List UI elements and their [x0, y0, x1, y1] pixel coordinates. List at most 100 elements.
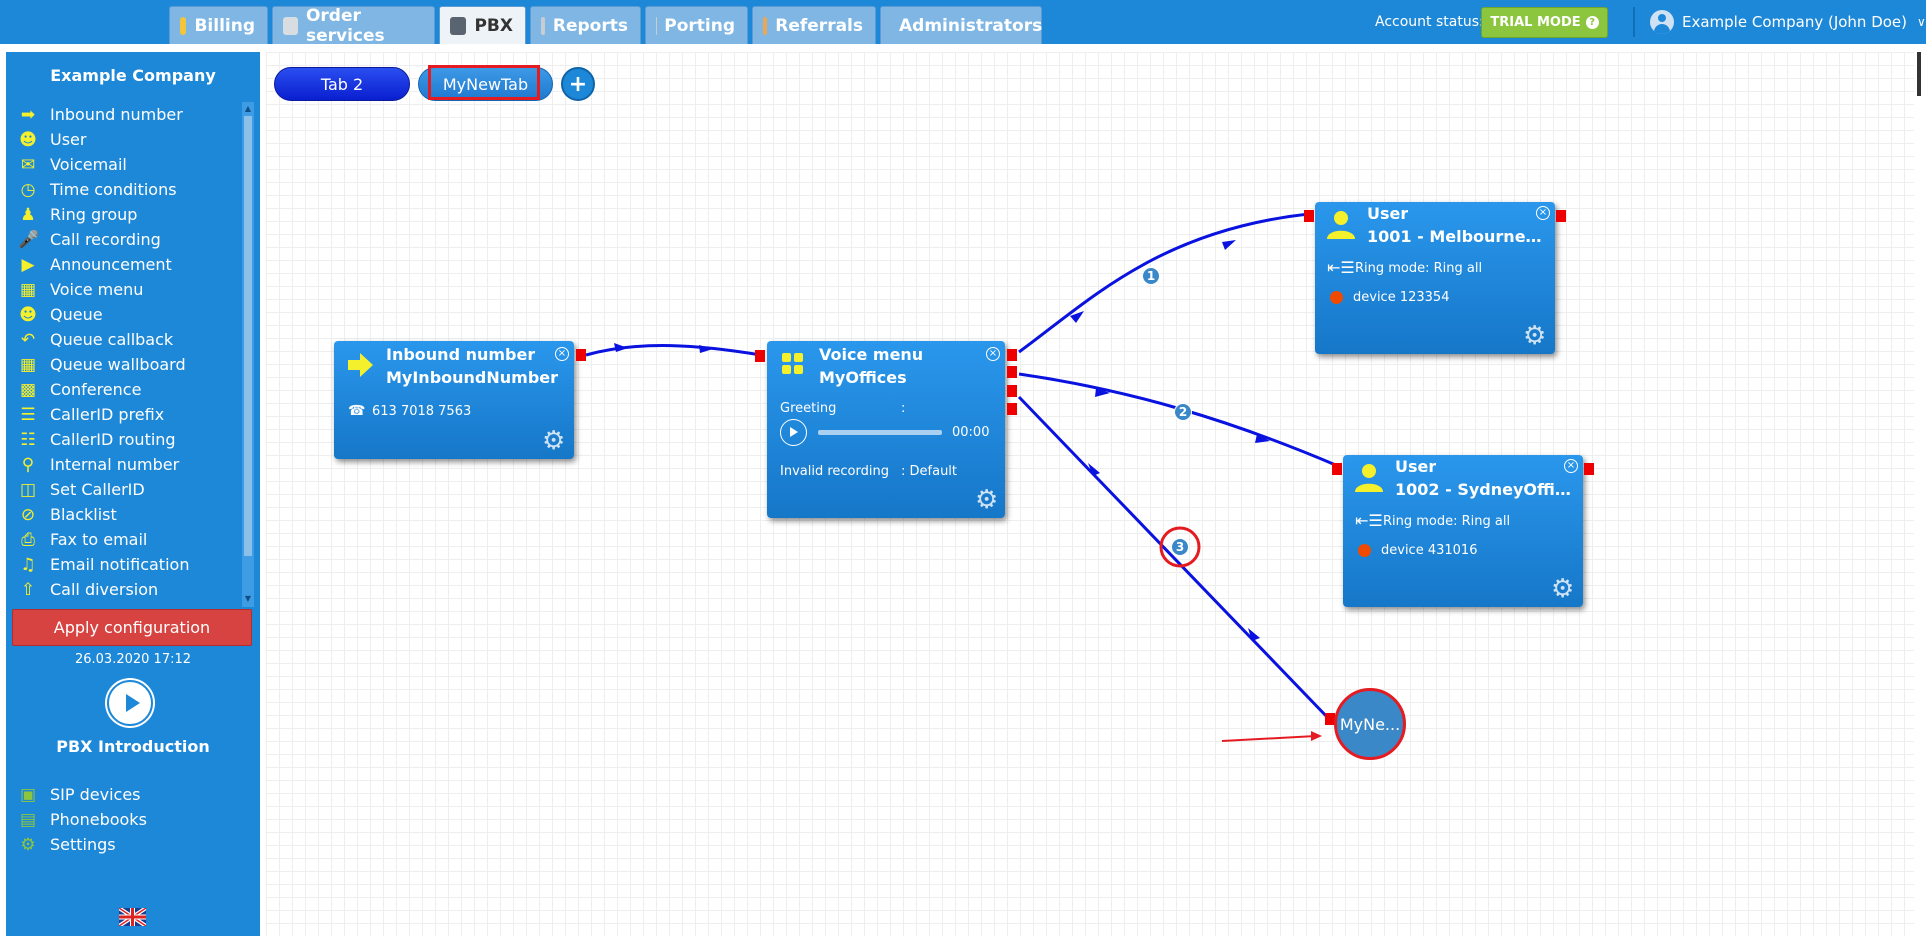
inbound-number-node[interactable]: Inbound number MyInboundNumber × ☎ 613 7… — [334, 341, 574, 459]
avatar-icon — [1650, 10, 1674, 34]
coins-icon — [180, 16, 187, 35]
sidebar-item-voice-menu[interactable]: ▦ Voice menu — [6, 277, 242, 302]
close-icon[interactable]: × — [1564, 459, 1578, 473]
output-port[interactable] — [1584, 463, 1594, 475]
bullhorn-icon: ▶ — [21, 254, 35, 275]
sidebar-item-internal-number[interactable]: ⚲ Internal number — [6, 452, 242, 477]
sidebar-item-blacklist[interactable]: ⊘ Blacklist — [6, 502, 242, 527]
gear-icon[interactable]: ⚙ — [542, 428, 568, 454]
ring-mode-icon: ⇤☰ — [1355, 511, 1383, 530]
sidebar-item-callerid-prefix[interactable]: ☰ CallerID prefix — [6, 402, 242, 427]
sidebar-item-ring-group[interactable]: ♟ Ring group — [6, 202, 242, 227]
add-tab-button[interactable]: + — [561, 67, 595, 101]
voice-menu-node[interactable]: Voice menu MyOffices × Greeting : 00:00 … — [755, 341, 1005, 518]
node-type: Inbound number — [386, 345, 536, 364]
id-card-icon: ◫ — [19, 479, 37, 500]
input-port[interactable] — [755, 350, 765, 362]
sidebar-item-fax-to-email[interactable]: ⎙ Fax to email — [6, 527, 242, 552]
output-port-1[interactable] — [1007, 349, 1017, 361]
output-port-3[interactable] — [1007, 385, 1017, 397]
link-badge-1[interactable]: 1 — [1142, 267, 1160, 285]
page-scrollbar[interactable] — [1917, 52, 1921, 96]
chevron-down-icon: ∨ — [1917, 15, 1926, 29]
sidebar-item-sip-devices[interactable]: ▣ SIP devices — [6, 782, 260, 807]
output-port[interactable] — [576, 349, 586, 361]
pbx-intro-play-button[interactable] — [107, 680, 153, 726]
sidebar-item-user[interactable]: ☻ User — [6, 127, 242, 152]
link-badge-3[interactable]: 3 — [1171, 538, 1189, 556]
gear-icon[interactable]: ⚙ — [1523, 323, 1549, 349]
sidebar-item-settings[interactable]: ⚙ Settings — [6, 832, 260, 857]
close-icon[interactable]: × — [1536, 206, 1550, 220]
gear-icon[interactable]: ⚙ — [975, 487, 1001, 513]
top-nav-bar: Billing Order services PBX Reports Porti… — [0, 0, 1926, 46]
sidebar-item-label: Time conditions — [50, 180, 177, 199]
pbx-canvas[interactable] — [266, 52, 1914, 936]
sidebar-item-label: Voicemail — [50, 155, 127, 174]
sidebar-item-inbound-number[interactable]: ➡ Inbound number — [6, 102, 242, 127]
tab-porting[interactable]: Porting — [645, 6, 748, 44]
tab-pbx[interactable]: PBX — [439, 6, 526, 44]
sidebar: Example Company ➡ Inbound number ☻ User ✉ V… — [6, 52, 260, 936]
play-icon — [790, 427, 798, 437]
user-node-1001[interactable]: User 1001 - MelbourneOff... × ⇤☰ Ring mo… — [1304, 202, 1555, 354]
user-icon — [1353, 461, 1385, 493]
microphone-icon: 🎤 — [18, 229, 40, 250]
link-badge-2[interactable]: 2 — [1174, 403, 1192, 421]
uk-flag-icon[interactable] — [119, 908, 146, 926]
tab-referrals[interactable]: Referrals — [752, 6, 876, 44]
user-node-1002[interactable]: User 1002 - SydneyOffice × ⇤☰ Ring mode:… — [1332, 455, 1583, 607]
sidebar-item-announcement[interactable]: ▶ Announcement — [6, 252, 242, 277]
close-icon[interactable]: × — [986, 347, 1000, 361]
sidebar-item-label: Queue wallboard — [50, 355, 186, 374]
sidebar-item-set-callerid[interactable]: ◫ Set CallerID — [6, 477, 242, 502]
sidebar-item-conference[interactable]: ▩ Conference — [6, 377, 242, 402]
input-port[interactable] — [1304, 210, 1314, 222]
sidebar-item-phonebooks[interactable]: ▤ Phonebooks — [6, 807, 260, 832]
sidebar-item-email-notification[interactable]: ♫ Email notification — [6, 552, 242, 577]
output-port[interactable] — [1556, 210, 1566, 222]
sidebar-item-callerid-routing[interactable]: ☷ CallerID routing — [6, 427, 242, 452]
tab-reports[interactable]: Reports — [530, 6, 641, 44]
gear-icon[interactable]: ⚙ — [1551, 576, 1577, 602]
output-port-2[interactable] — [1007, 366, 1017, 378]
greeting-colon: : — [901, 401, 906, 416]
sidebar-item-time-conditions[interactable]: ◷ Time conditions — [6, 177, 242, 202]
play-icon — [126, 694, 140, 712]
ban-icon: ⊘ — [20, 504, 36, 525]
sidebar-item-label: Voice menu — [50, 280, 144, 299]
sitemap-icon: ☷ — [20, 429, 36, 450]
canvas-tab-2[interactable]: Tab 2 — [274, 67, 410, 101]
device-status-dot — [1330, 291, 1343, 304]
tab-order-services[interactable]: Order services — [272, 6, 435, 46]
tab-billing[interactable]: Billing — [169, 6, 268, 44]
user-label: Example Company (John Doe) — [1682, 13, 1908, 31]
device-name: device 123354 — [1353, 290, 1450, 305]
sidebar-scroll-thumb[interactable] — [244, 116, 252, 556]
sidebar-item-voicemail[interactable]: ✉ Voicemail — [6, 152, 242, 177]
help-icon: ? — [1585, 16, 1599, 29]
play-button[interactable] — [780, 419, 807, 446]
apply-configuration-button[interactable]: Apply configuration — [12, 609, 252, 646]
input-port[interactable] — [1332, 463, 1342, 475]
audio-progress-bar[interactable] — [818, 430, 942, 435]
canvas-tab-mynewtab[interactable]: MyNewTab — [418, 65, 553, 101]
sidebar-item-label: Queue — [50, 305, 103, 324]
scroll-down-icon[interactable]: ▼ — [244, 594, 252, 604]
sidebar-item-queue-callback[interactable]: ↶ Queue callback — [6, 327, 242, 352]
close-icon[interactable]: × — [555, 347, 569, 361]
node-type: User — [1395, 457, 1437, 476]
output-port-4[interactable] — [1007, 403, 1017, 415]
sidebar-item-queue-wallboard[interactable]: ▦ Queue wallboard — [6, 352, 242, 377]
node-name: 1001 - MelbourneOff... — [1367, 227, 1543, 246]
sidebar-item-call-recording[interactable]: 🎤 Call recording — [6, 227, 242, 252]
report-icon — [541, 16, 545, 35]
sidebar-item-call-diversion[interactable]: ⇧ Call diversion — [6, 577, 242, 600]
tab-administrators[interactable]: Administrators — [880, 6, 1042, 44]
tab-link-node[interactable]: MyNe... — [1334, 688, 1406, 760]
trial-mode-button[interactable]: TRIAL MODE ? — [1481, 7, 1608, 38]
user-menu[interactable]: Example Company (John Doe) ∨ — [1650, 0, 1926, 44]
scroll-up-icon[interactable]: ▲ — [244, 104, 252, 114]
envelope-icon: ✉ — [20, 154, 36, 175]
sidebar-item-queue[interactable]: ☻ Queue — [6, 302, 242, 327]
